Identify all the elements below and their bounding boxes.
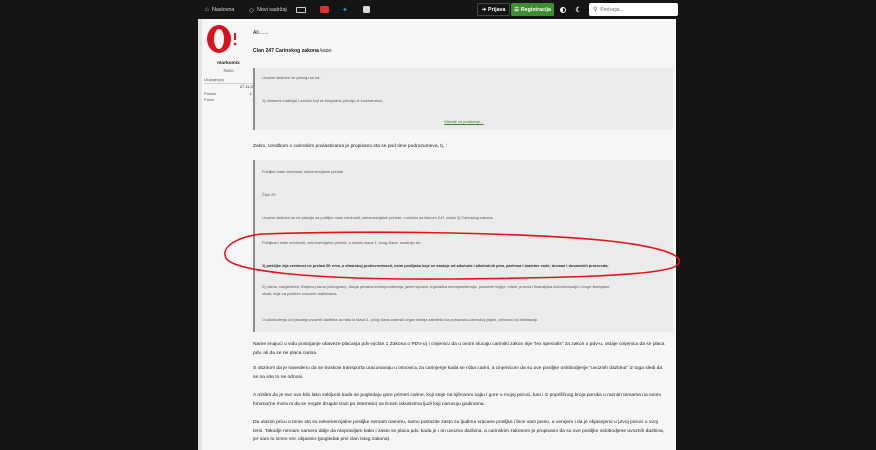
search-input[interactable] <box>600 6 671 13</box>
search-icon: ⚲ <box>593 7 598 13</box>
post-paragraph: A mislim da je sve ovo bilo lako zakljuc… <box>253 393 662 407</box>
clause-rest-text: kaze: <box>318 48 333 54</box>
theme-toggle-button[interactable] <box>556 3 570 16</box>
dark-mode-button[interactable]: ☾ <box>572 3 585 16</box>
register-button-label: Registracija <box>520 6 551 13</box>
nav-facebook[interactable] <box>363 4 370 15</box>
store-icon <box>296 6 306 13</box>
opera-logo-icon <box>207 25 237 53</box>
user-stat-label: Poruke <box>204 91 217 96</box>
post-paragraph: Da ulazim pricu o tome sta su nekomercij… <box>253 420 665 443</box>
quote-line: Pošiljke male vrednosti, nekomercijalne … <box>262 169 344 174</box>
quote-line: Uvozne dažbine ne plaćaju se na: <box>262 75 321 80</box>
home-icon: ⌂ <box>205 6 209 13</box>
moon-icon: ☾ <box>575 6 582 14</box>
user-title: Novo <box>223 68 234 73</box>
user-stat-label: Poeni <box>204 97 214 102</box>
page-left-edge <box>198 19 202 450</box>
post-opening-text: Ali....... <box>253 30 269 36</box>
post-paragraph: Zatim, Uredbom o carinskim povlasticama … <box>253 144 447 149</box>
clause-bold-text: Clan 247 Carinskog zakona <box>253 48 319 54</box>
nav-new-content-label: Novi sadržaj <box>257 6 287 13</box>
top-navigation-bar: ⌂ Naslovna ◇ Novi sadržaj ✦ ➜ Prijava ☰ … <box>0 0 876 19</box>
post-paragraph: S obzirom da je navedeno da se troskovi … <box>253 366 663 380</box>
nav-twitter[interactable]: ✦ <box>342 4 348 15</box>
nav-home[interactable]: ⌂ Naslovna <box>205 4 234 15</box>
youtube-icon <box>320 6 329 13</box>
user-stat-points: Poeni 210 <box>204 97 259 102</box>
user-stat-joined: Učlanjen(a) <box>204 77 259 82</box>
contrast-icon <box>560 6 566 13</box>
register-icon: ☰ <box>514 6 519 13</box>
quote-line: 2) pisma, razglednice, Brajeva pisma (se… <box>262 284 610 289</box>
user-stat-label: Učlanjen(a) <box>204 77 224 82</box>
register-button[interactable]: ☰ Registracija <box>511 3 554 16</box>
post-clause-line: Clan 247 Carinskog zakona kaze: <box>253 48 333 54</box>
nav-shop[interactable] <box>296 4 306 15</box>
login-button-label: Prijava <box>488 6 506 13</box>
twitter-icon: ✦ <box>342 6 348 14</box>
quote-line: Pošiljkom male vrednosti, nekomercijalne… <box>262 240 421 245</box>
post-paragraph: Name imajuci u vidu postojanje obaveze p… <box>253 342 665 356</box>
quote-line: Uvozne dažbine se ne plaćaju na pošiljke… <box>262 215 494 220</box>
login-icon: ➜ <box>481 6 487 13</box>
nav-youtube[interactable] <box>320 4 329 15</box>
avatar[interactable] <box>206 24 238 54</box>
search-box[interactable]: ⚲ <box>589 3 678 16</box>
username[interactable]: markomix <box>206 61 251 66</box>
facebook-icon <box>363 6 370 13</box>
quote-line: stvari, koje na podlezu uvoznim dažbinam… <box>262 291 338 296</box>
login-button[interactable]: ➜ Prijava <box>477 3 510 16</box>
user-stat-messages: Poruke 1.302 <box>204 91 259 96</box>
quote-line: Član 29 <box>262 192 276 197</box>
quote-expand-link[interactable]: Kliknite za proširenje... <box>255 119 673 124</box>
nav-new-content[interactable]: ◇ Novi sadržaj <box>249 4 287 15</box>
blockquote-2: Pošiljke male vrednosti, nekomercijalne … <box>253 160 673 332</box>
quote-line: 1) reklamni materijal i uzorke koji se b… <box>262 98 383 103</box>
quote-highlight-line: 1) pošiljke čija vrednost ne prelazi 50 … <box>262 263 609 268</box>
tag-icon: ◇ <box>249 6 254 14</box>
blockquote-1: Uvozne dažbine ne plaćaju se na: 1) rekl… <box>253 68 673 130</box>
nav-home-label: Naslovna <box>211 6 235 13</box>
quote-line: O oslobođenju od plaćanja uvoznih dažbin… <box>262 317 538 322</box>
